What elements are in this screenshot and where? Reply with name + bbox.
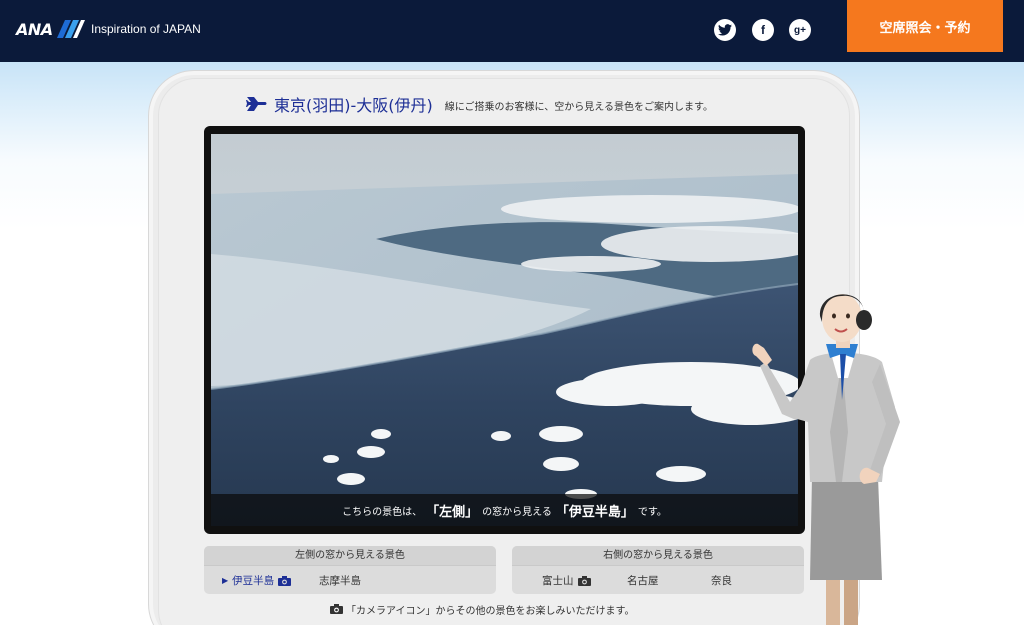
caption-middle: の窓から見える (482, 506, 552, 518)
twitter-bird-icon (718, 24, 732, 36)
view-item-nagoya[interactable]: 名古屋 (627, 573, 659, 588)
twitter-icon[interactable] (714, 19, 736, 41)
ana-logo[interactable]: ANA (16, 17, 85, 41)
route-title: 東京(羽田)-大阪(伊丹) 線にご搭乗のお客様に、空から見える景色をご案内します… (246, 93, 713, 115)
airplane-icon (246, 97, 267, 111)
route-description: 線にご搭乗のお客様に、空から見える景色をご案内します。 (444, 102, 713, 113)
tagline: Inspiration of JAPAN (91, 22, 201, 36)
route-name: 東京(羽田)-大阪(伊丹) (274, 96, 433, 115)
view-item-mount-fuji[interactable]: 富士山 (542, 573, 591, 588)
view-item-label: 志摩半島 (319, 575, 361, 587)
camera-icon-footnote: 「カメラアイコン」からその他の景色をお楽しみいただけます。 (330, 602, 635, 617)
view-item-label: 富士山 (542, 575, 574, 587)
caption-side: 「左側」 (426, 504, 479, 520)
view-item-label: 伊豆半島 (232, 575, 275, 587)
view-item-label: 奈良 (711, 575, 732, 587)
camera-icon (278, 575, 292, 586)
view-item-label: 名古屋 (627, 575, 659, 587)
caption-suffix: です。 (637, 506, 667, 518)
camera-icon (577, 575, 591, 586)
left-list-title: 左側の窓から見える景色 (204, 546, 496, 566)
google-plus-icon[interactable]: g+ (789, 19, 811, 41)
view-item-nara[interactable]: 奈良 (711, 573, 732, 588)
caption-place: 「伊豆半島」 (555, 504, 634, 520)
footnote-text: 「カメラアイコン」からその他の景色をお楽しみいただけます。 (346, 605, 635, 617)
caption-prefix: こちらの景色は、 (342, 506, 423, 518)
photo-caption: こちらの景色は、 「左側」 の窓から見える 「伊豆半島」 です。 (211, 494, 798, 526)
facebook-icon[interactable]: f (752, 19, 774, 41)
play-indicator-icon: ▶ (222, 576, 229, 585)
aerial-photo-image (211, 134, 798, 526)
aerial-photo-izu-peninsula (211, 134, 798, 526)
flight-attendant-illustration (752, 294, 900, 625)
view-item-shima-peninsula[interactable]: 志摩半島 (319, 573, 361, 588)
logo-slashes-icon (56, 20, 85, 38)
site-header: ANA Inspiration of JAPAN f g+ 空席照会・予約 (0, 0, 1024, 62)
seat-availability-booking-button[interactable]: 空席照会・予約 (847, 0, 1003, 52)
logo-text: ANA (16, 19, 53, 39)
left-window-view-list: 左側の窓から見える景色 ▶ 伊豆半島 志摩半島 (204, 546, 496, 594)
camera-icon (330, 604, 343, 614)
view-item-izu-peninsula[interactable]: ▶ 伊豆半島 (222, 573, 292, 588)
